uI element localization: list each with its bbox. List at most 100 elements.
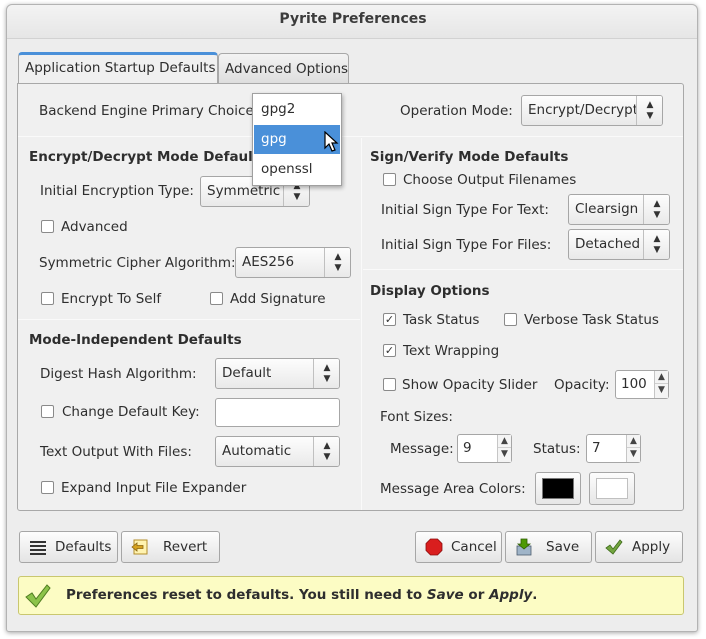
window-title: Pyrite Preferences [279, 11, 427, 27]
cancel-button-label: Cancel [451, 539, 497, 555]
text-output-combo[interactable]: Automatic ▲ ▼ [215, 436, 340, 467]
operation-mode-label: Operation Mode: [400, 103, 513, 119]
info-apply-word: Apply [489, 587, 533, 603]
spin-up-icon[interactable]: ▲ [627, 435, 640, 448]
advanced-checkbox[interactable] [41, 220, 54, 233]
apply-button-label: Apply [632, 539, 671, 555]
list-icon [30, 541, 46, 555]
independent-section-title: Mode-Independent Defaults [29, 332, 242, 348]
opacity-value: 100 [621, 376, 647, 392]
info-save-word: Save [426, 587, 464, 603]
cancel-icon [425, 538, 443, 556]
separator [361, 138, 362, 510]
sign-type-text-label: Initial Sign Type For Text: [381, 202, 549, 218]
checkmark-icon [605, 539, 623, 555]
mouse-cursor-icon [324, 131, 339, 152]
spin-down-icon[interactable]: ▼ [498, 448, 511, 461]
add-signature-checkbox[interactable] [210, 292, 223, 305]
combo-arrows-icon: ▲ ▼ [636, 96, 662, 125]
combo-arrows-icon: ▲ ▼ [324, 248, 350, 277]
spin-down-icon[interactable]: ▼ [655, 384, 668, 397]
change-default-key-checkbox[interactable] [41, 405, 54, 418]
expand-input-checkbox[interactable] [41, 481, 54, 494]
verbose-task-status-label: Verbose Task Status [524, 312, 659, 328]
encrypt-section-title: Encrypt/Decrypt Mode Defaults [29, 149, 268, 165]
spin-down-icon[interactable]: ▼ [627, 448, 640, 461]
show-opacity-slider-checkbox[interactable] [383, 378, 396, 391]
revert-button[interactable]: Revert [121, 531, 220, 563]
combo-arrows-icon: ▲ ▼ [643, 230, 669, 259]
encrypt-to-self-label: Encrypt To Self [61, 291, 162, 307]
digest-hash-value: Default [222, 365, 272, 381]
combo-arrows-icon: ▲ ▼ [313, 437, 339, 466]
save-button-label: Save [546, 539, 580, 555]
font-sizes-label: Font Sizes: [380, 409, 453, 425]
digest-hash-label: Digest Hash Algorithm: [40, 366, 197, 382]
expand-input-label: Expand Input File Expander [61, 480, 247, 496]
foreground-color-button[interactable] [535, 472, 581, 505]
change-default-key-label: Change Default Key: [62, 404, 200, 420]
sign-type-text-combo[interactable]: Clearsign ▲ ▼ [568, 194, 670, 225]
background-color-swatch [596, 478, 628, 499]
message-font-value: 9 [463, 440, 472, 456]
add-signature-label: Add Signature [230, 291, 326, 307]
display-section-title: Display Options [370, 283, 490, 299]
combo-arrows-icon: ▲ ▼ [643, 195, 669, 224]
sign-section-title: Sign/Verify Mode Defaults [370, 149, 569, 165]
combo-arrows-icon: ▲ ▼ [313, 359, 339, 388]
operation-mode-combo[interactable]: Encrypt/Decrypt ▲ ▼ [521, 95, 663, 126]
info-text: Preferences reset to defaults. You still… [66, 587, 427, 603]
separator [18, 136, 683, 137]
tab-application-startup-defaults[interactable]: Application Startup Defaults [18, 52, 218, 83]
message-font-spinner[interactable]: 9 ▲ ▼ [457, 434, 512, 463]
cipher-algorithm-value: AES256 [242, 254, 295, 270]
sign-type-text-value: Clearsign [575, 201, 639, 217]
revert-button-label: Revert [163, 539, 208, 555]
advanced-label: Advanced [61, 219, 128, 235]
separator [363, 269, 683, 270]
apply-button[interactable]: Apply [595, 531, 683, 563]
cipher-algorithm-label: Symmetric Cipher Algorithm: [39, 255, 236, 271]
save-icon [516, 538, 532, 556]
backend-option-gpg2[interactable]: gpg2 [254, 95, 340, 124]
background-color-button[interactable] [589, 472, 635, 505]
opacity-spinner[interactable]: 100 ▲ ▼ [615, 370, 669, 399]
choose-output-filenames-checkbox[interactable] [383, 173, 396, 186]
spin-up-icon[interactable]: ▲ [498, 435, 511, 448]
separator [18, 319, 360, 320]
sign-type-files-value: Detached [575, 236, 641, 252]
save-button[interactable]: Save [505, 531, 592, 563]
text-output-label: Text Output With Files: [40, 444, 192, 460]
digest-hash-combo[interactable]: Default ▲ ▼ [215, 358, 340, 389]
default-key-field[interactable] [215, 398, 340, 427]
sign-type-files-combo[interactable]: Detached ▲ ▼ [568, 229, 670, 260]
tab-advanced-options[interactable]: Advanced Options [218, 53, 349, 83]
cipher-algorithm-combo[interactable]: AES256 ▲ ▼ [235, 247, 351, 278]
verbose-task-status-checkbox[interactable] [504, 313, 517, 326]
foreground-color-swatch [542, 478, 574, 499]
text-wrapping-label: Text Wrapping [403, 343, 500, 359]
checkmark-icon [25, 584, 51, 608]
spin-up-icon[interactable]: ▲ [655, 371, 668, 384]
status-font-spinner[interactable]: 7 ▲ ▼ [586, 434, 641, 463]
opacity-label: Opacity: [554, 377, 610, 393]
defaults-button[interactable]: Defaults [19, 531, 118, 563]
info-or-word: or [463, 587, 490, 603]
sign-type-files-label: Initial Sign Type For Files: [381, 237, 552, 253]
text-wrapping-checkbox[interactable]: ✓ [383, 344, 396, 357]
encrypt-to-self-checkbox[interactable] [41, 292, 54, 305]
defaults-button-label: Defaults [55, 539, 112, 555]
operation-mode-value: Encrypt/Decrypt [528, 102, 638, 118]
info-bar: Preferences reset to defaults. You still… [18, 576, 684, 615]
info-period: . [532, 587, 538, 603]
task-status-checkbox[interactable]: ✓ [383, 313, 396, 326]
backend-option-openssl[interactable]: openssl [254, 155, 340, 184]
task-status-label: Task Status [403, 312, 480, 328]
backend-engine-label: Backend Engine Primary Choice: [39, 103, 259, 119]
status-font-label: Status: [533, 441, 581, 457]
text-output-value: Automatic [222, 443, 292, 459]
cancel-button[interactable]: Cancel [415, 531, 502, 563]
show-opacity-slider-label: Show Opacity Slider [402, 377, 538, 393]
message-area-colors-label: Message Area Colors: [380, 481, 526, 497]
info-message: Preferences reset to defaults. You still… [66, 587, 537, 603]
